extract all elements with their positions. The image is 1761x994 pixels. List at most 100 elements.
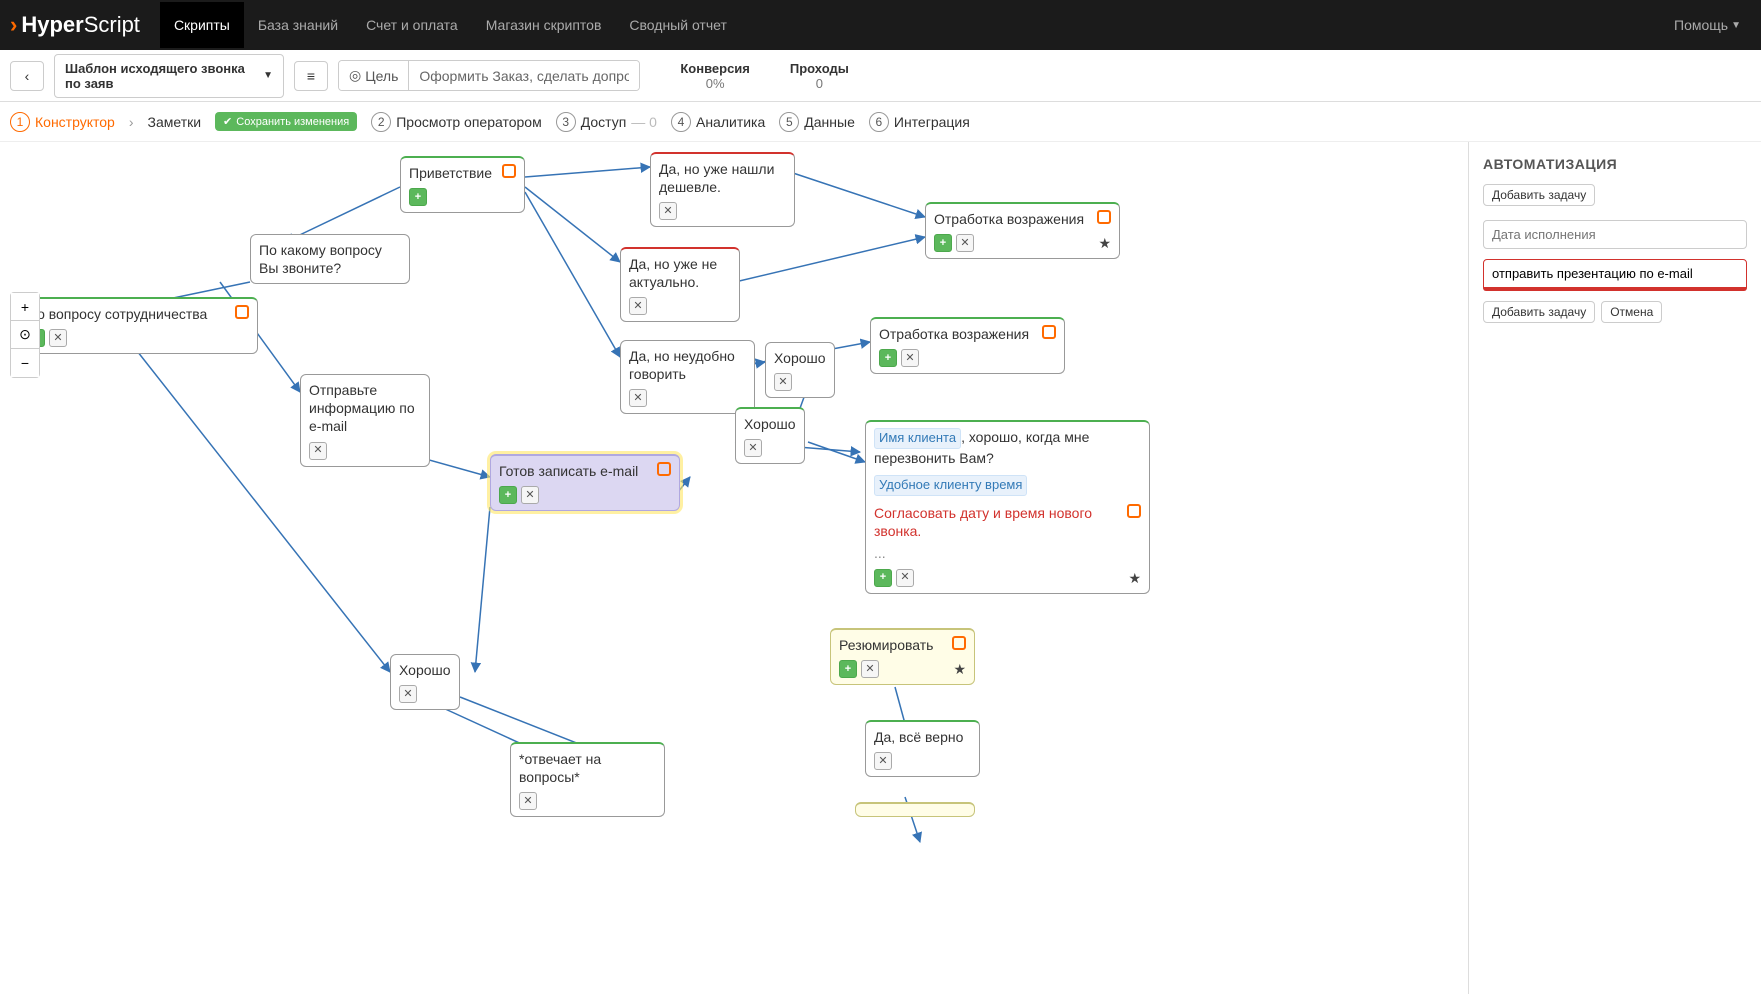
tab-access[interactable]: 3 Доступ — 0 (556, 112, 657, 132)
node-objection2[interactable]: Отработка возражения +✕ (870, 317, 1065, 374)
nav-report[interactable]: Сводный отчет (615, 2, 740, 48)
variable-chip-clientname[interactable]: Имя клиента (874, 428, 961, 449)
step-6-icon: 6 (869, 112, 889, 132)
delete-button[interactable]: ✕ (629, 297, 647, 315)
tab-data-label: Данные (804, 114, 855, 130)
node-summarize[interactable]: Резюмировать +✕ ★ (830, 628, 975, 685)
zoom-in-button[interactable]: + (11, 293, 39, 321)
goal-input[interactable] (409, 61, 639, 90)
delete-button[interactable]: ✕ (896, 569, 914, 587)
open-marker-icon[interactable] (952, 636, 966, 650)
canvas[interactable]: + ⊙ − (0, 142, 1468, 994)
add-child-button[interactable]: + (839, 660, 857, 678)
node-send-email[interactable]: Отправьте информацию по e-mail ✕ (300, 374, 430, 467)
add-child-button[interactable]: + (409, 188, 427, 206)
tab-data[interactable]: 5 Данные (779, 112, 855, 132)
node-inconvenient[interactable]: Да, но неудобно говорить ✕ (620, 340, 755, 414)
open-marker-icon[interactable] (502, 164, 516, 178)
goal-group: ◎ Цель (338, 60, 640, 91)
tabs-bar: 1 Конструктор › Заметки ✔ Сохранить изме… (0, 102, 1761, 142)
zoom-center-button[interactable]: ⊙ (11, 321, 39, 349)
save-button[interactable]: ✔ Сохранить изменения (215, 112, 357, 131)
node-title: Хорошо (744, 416, 796, 432)
star-icon[interactable]: ★ (953, 660, 966, 678)
node-title: Готов записать e-mail (499, 462, 638, 480)
help-menu[interactable]: Помощь ▼ (1674, 17, 1751, 33)
delete-button[interactable]: ✕ (956, 234, 974, 252)
node-title: По вопросу сотрудничества (27, 305, 207, 323)
delete-button[interactable]: ✕ (49, 329, 67, 347)
nav-billing[interactable]: Счет и оплата (352, 2, 472, 48)
delete-button[interactable]: ✕ (744, 439, 762, 457)
add-child-button[interactable]: + (874, 569, 892, 587)
node-callback[interactable]: Имя клиента, хорошо, когда мне перезвони… (865, 420, 1150, 594)
open-marker-icon[interactable] (1097, 210, 1111, 224)
node-title: Отправьте информацию по e-mail (309, 382, 415, 434)
tab-constructor[interactable]: 1 Конструктор (10, 112, 115, 132)
menu-button[interactable]: ≡ (294, 61, 328, 91)
delete-button[interactable]: ✕ (521, 486, 539, 504)
tab-integration[interactable]: 6 Интеграция (869, 112, 970, 132)
star-icon[interactable]: ★ (1098, 234, 1111, 252)
zoom-out-button[interactable]: − (11, 349, 39, 377)
goal-button[interactable]: ◎ Цель (339, 61, 409, 90)
cancel-button[interactable]: Отмена (1601, 301, 1662, 323)
step-4-icon: 4 (671, 112, 691, 132)
delete-button[interactable]: ✕ (629, 389, 647, 407)
zoom-controls: + ⊙ − (10, 292, 40, 378)
task-name-input[interactable] (1483, 259, 1747, 288)
delete-button[interactable]: ✕ (309, 442, 327, 460)
task-date-input[interactable] (1483, 220, 1747, 249)
add-task-submit-button[interactable]: Добавить задачу (1483, 301, 1595, 323)
star-icon[interactable]: ★ (1128, 569, 1141, 587)
tab-preview[interactable]: 2 Просмотр оператором (371, 112, 541, 132)
passes-label: Проходы (790, 61, 849, 76)
node-objection1[interactable]: Отработка возражения +✕★ (925, 202, 1120, 259)
node-ok1[interactable]: Хорошо ✕ (765, 342, 835, 398)
node-title: Резюмировать (839, 636, 933, 654)
open-marker-icon[interactable] (1042, 325, 1056, 339)
delete-button[interactable]: ✕ (519, 792, 537, 810)
node-ok3[interactable]: Хорошо ✕ (390, 654, 460, 710)
delete-button[interactable]: ✕ (874, 752, 892, 770)
add-child-button[interactable]: + (499, 486, 517, 504)
node-title: Хорошо (774, 350, 826, 366)
delete-button[interactable]: ✕ (774, 373, 792, 391)
node-cooperation[interactable]: По вопросу сотрудничества +✕ (18, 297, 258, 354)
node-partial[interactable] (855, 802, 975, 817)
node-yes-correct[interactable]: Да, всё верно ✕ (865, 720, 980, 777)
template-selector[interactable]: Шаблон исходящего звонка по заяв ▼ (54, 54, 284, 98)
node-title: Хорошо (399, 662, 451, 678)
node-title: Да, но неудобно говорить (629, 348, 735, 382)
nav-kb[interactable]: База знаний (244, 2, 352, 48)
node-welcome[interactable]: Приветствие + (400, 156, 525, 213)
back-button[interactable]: ‹ (10, 61, 44, 91)
variable-chip-time[interactable]: Удобное клиенту время (874, 475, 1027, 496)
delete-button[interactable]: ✕ (861, 660, 879, 678)
node-question[interactable]: По какому вопросу Вы звоните? (250, 234, 410, 284)
node-title: По какому вопросу Вы звоните? (259, 242, 382, 276)
delete-button[interactable]: ✕ (399, 685, 417, 703)
node-cheaper[interactable]: Да, но уже нашли дешевле. ✕ (650, 152, 795, 227)
open-marker-icon[interactable] (235, 305, 249, 319)
tab-preview-label: Просмотр оператором (396, 114, 541, 130)
open-marker-icon[interactable] (1127, 504, 1141, 518)
add-child-button[interactable]: + (879, 349, 897, 367)
tab-analytics[interactable]: 4 Аналитика (671, 112, 765, 132)
open-marker-icon[interactable] (657, 462, 671, 476)
node-not-actual[interactable]: Да, но уже не актуально. ✕ (620, 247, 740, 322)
step-2-icon: 2 (371, 112, 391, 132)
node-title: Да, но уже не актуально. (629, 256, 717, 290)
node-ready-email[interactable]: Готов записать e-mail +✕ (490, 454, 680, 511)
notes-link[interactable]: Заметки (148, 114, 202, 130)
node-ok2[interactable]: Хорошо ✕ (735, 407, 805, 464)
nav-scripts[interactable]: Скрипты (160, 2, 244, 48)
add-task-button[interactable]: Добавить задачу (1483, 184, 1595, 206)
node-title: Да, всё верно (874, 729, 963, 745)
logo[interactable]: › HyperScript (10, 12, 140, 38)
delete-button[interactable]: ✕ (659, 202, 677, 220)
nav-store[interactable]: Магазин скриптов (472, 2, 616, 48)
node-answers[interactable]: *отвечает на вопросы* ✕ (510, 742, 665, 817)
delete-button[interactable]: ✕ (901, 349, 919, 367)
add-child-button[interactable]: + (934, 234, 952, 252)
